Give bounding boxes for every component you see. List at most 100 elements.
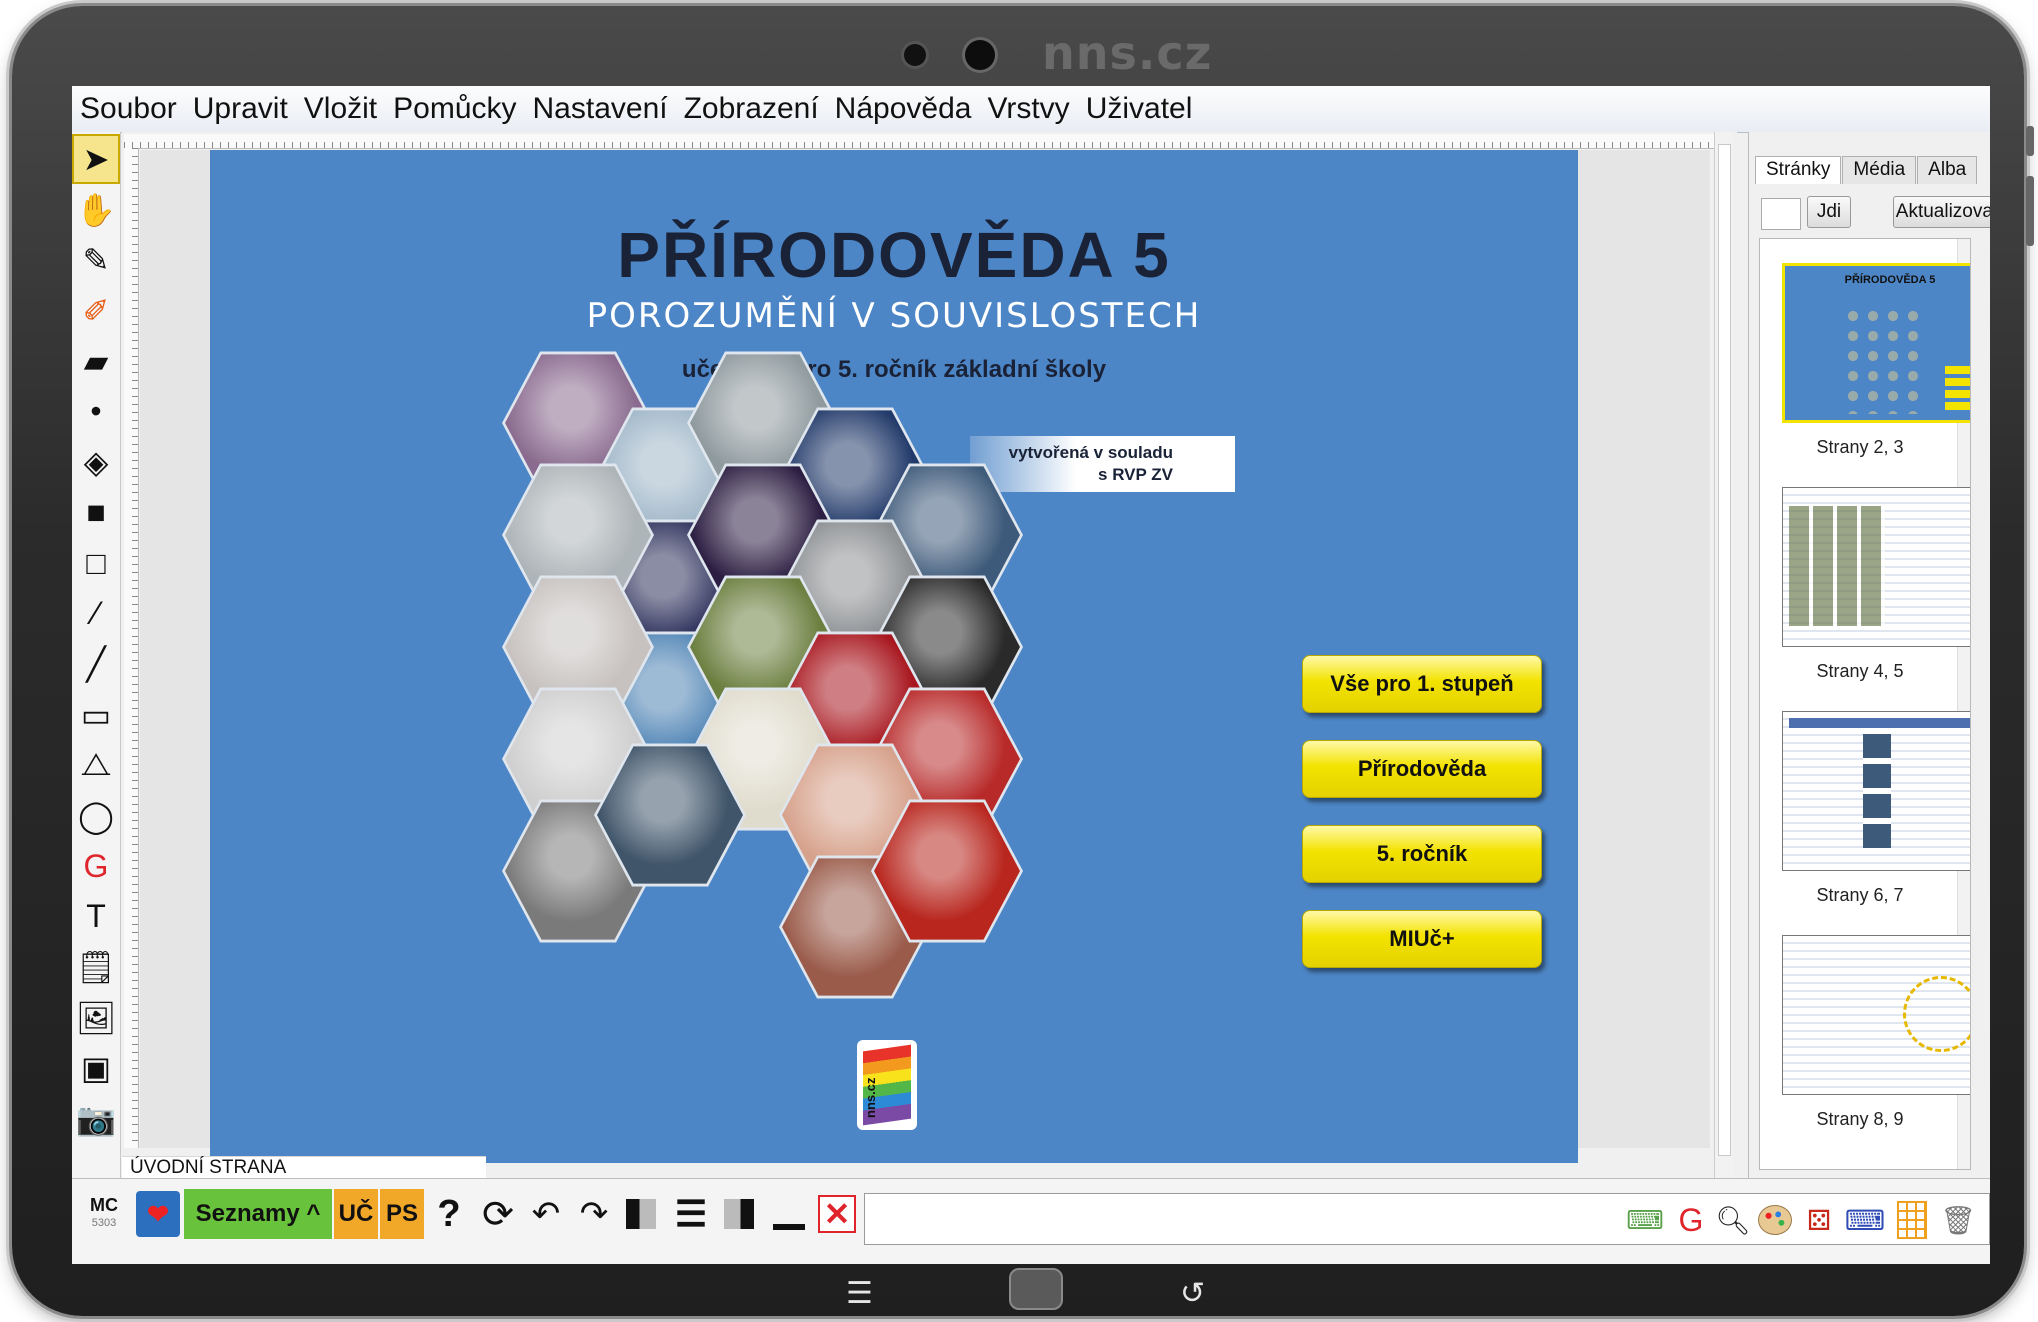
- magnifier-icon[interactable]: 🔍︎: [1715, 1200, 1751, 1240]
- layout-left-icon[interactable]: [624, 1189, 658, 1239]
- hollow-square-icon[interactable]: □: [74, 540, 118, 586]
- heart-app-icon[interactable]: ❤: [136, 1191, 180, 1237]
- menu-uzivatel[interactable]: Uživatel: [1078, 92, 1201, 126]
- add-image-icon[interactable]: 🖼: [74, 995, 118, 1041]
- add-media-icon[interactable]: ▣: [74, 1045, 118, 1091]
- lists-button[interactable]: Seznamy ^: [184, 1189, 332, 1239]
- bottom-toolbar: MC 5303 ❤ Seznamy ^ UČ PS ? ⟳ ↶ ↷ ☰ ✕ ⌨ …: [72, 1178, 1990, 1264]
- panel-tabs: Stránky Média Alba: [1755, 156, 1978, 184]
- menu-vrstvy[interactable]: Vrstvy: [979, 92, 1077, 126]
- close-icon[interactable]: ✕: [818, 1189, 856, 1239]
- button-vse-pro-1-stupen[interactable]: Vše pro 1. stupeň: [1302, 655, 1542, 713]
- menu-soubor[interactable]: Soubor: [72, 92, 185, 126]
- mc-badge: MC 5303: [84, 1189, 124, 1239]
- select-arrow-icon[interactable]: ➤: [72, 134, 120, 184]
- handwriting-g-icon[interactable]: G: [74, 843, 118, 889]
- thumbnail-pages-8-9[interactable]: [1782, 935, 1970, 1095]
- scrollbar-thumb[interactable]: [1718, 144, 1731, 1156]
- home-button[interactable]: [1009, 1268, 1063, 1310]
- text-icon[interactable]: T: [74, 894, 118, 940]
- tab-alba[interactable]: Alba: [1917, 156, 1978, 184]
- palette-icon[interactable]: [1757, 1200, 1793, 1240]
- redo-icon[interactable]: ↷: [572, 1189, 616, 1239]
- mc-label: MC: [90, 1195, 118, 1215]
- page-number-input[interactable]: [1761, 198, 1801, 230]
- camera-icon[interactable]: 📷: [74, 1096, 118, 1142]
- thumbnail-header: [1789, 718, 1970, 728]
- add-note-icon[interactable]: 🗒: [74, 944, 118, 990]
- screen: Soubor Upravit Vložit Pomůcky Nastavení …: [72, 86, 1990, 1264]
- undo-icon[interactable]: ↶: [524, 1189, 568, 1239]
- dice-icon[interactable]: ⚄: [1801, 1200, 1837, 1240]
- camera-sensor-icon: [904, 44, 926, 66]
- slide-subtitle: POROZUMĚNÍ V SOUVISLOSTECH: [586, 296, 1202, 336]
- rvp-line-1: vytvořená v souladu: [1008, 443, 1173, 462]
- menu-upravit[interactable]: Upravit: [185, 92, 296, 126]
- rvp-label: vytvořená v souladu s RVP ZV: [970, 436, 1235, 492]
- slide-title: PŘÍRODOVĚDA 5: [617, 219, 1171, 291]
- mc-number: 5303: [91, 1217, 117, 1229]
- rvp-line-2: s RVP ZV: [1098, 465, 1173, 484]
- page-label: ÚVODNÍ STRANA: [122, 1156, 486, 1178]
- menu-vlozit[interactable]: Vložit: [296, 92, 385, 126]
- go-button[interactable]: Jdi: [1807, 196, 1851, 228]
- page-thumbnails: PŘÍRODOVĚDA 5 Strany 2, 3 Strany 4, 5 St…: [1759, 238, 1971, 1170]
- highlighter-icon[interactable]: ✐: [74, 288, 118, 334]
- polygon-icon[interactable]: ⧍: [74, 742, 118, 788]
- line-icon[interactable]: ╱: [74, 641, 118, 687]
- menu-nastaveni[interactable]: Nastavení: [525, 92, 676, 126]
- thumbnail-pages-6-7[interactable]: [1782, 711, 1970, 871]
- fill-bucket-icon[interactable]: ◈: [74, 439, 118, 485]
- thumbnail-content: [1863, 734, 1891, 854]
- thumbnail-label: Strany 6, 7: [1816, 885, 1904, 905]
- menu-bar: Soubor Upravit Vložit Pomůcky Nastavení …: [72, 86, 1990, 133]
- menu-pomucky[interactable]: Pomůcky: [385, 92, 524, 126]
- layout-right-icon[interactable]: [722, 1189, 756, 1239]
- button-5-rocnik[interactable]: 5. ročník: [1302, 825, 1542, 883]
- menu-napoveda[interactable]: Nápověda: [827, 92, 980, 126]
- uc-button[interactable]: UČ: [334, 1189, 378, 1239]
- trash-icon[interactable]: 🗑︎: [1940, 1200, 1976, 1240]
- minimize-icon[interactable]: [770, 1189, 808, 1239]
- button-miuc-plus[interactable]: MIUč+: [1302, 910, 1542, 968]
- ruler-vertical: [124, 148, 139, 1148]
- calculator-icon[interactable]: [1895, 1200, 1929, 1240]
- thumbnail-pages-4-5[interactable]: [1782, 487, 1970, 647]
- handwriting-icon[interactable]: G: [1673, 1200, 1709, 1240]
- refresh-icon[interactable]: ⟳: [476, 1189, 520, 1239]
- button-prirodoveda[interactable]: Přírodověda: [1302, 740, 1542, 798]
- ps-button[interactable]: PS: [380, 1189, 424, 1239]
- filled-square-icon[interactable]: ■: [74, 490, 118, 536]
- tab-stranky[interactable]: Stránky: [1755, 156, 1842, 184]
- recent-apps-icon[interactable]: ☰: [846, 1276, 873, 1311]
- tab-media[interactable]: Média: [1842, 156, 1917, 184]
- ellipse-icon[interactable]: ◯: [74, 793, 118, 839]
- pen-icon[interactable]: ✎: [74, 237, 118, 283]
- rectangle-icon[interactable]: ▭: [74, 692, 118, 738]
- canvas-scrollbar[interactable]: [1714, 132, 1733, 1178]
- ruler-horizontal: [124, 134, 1714, 149]
- command-input[interactable]: ⌨ G 🔍︎ ⚄ ⌨ 🗑︎: [864, 1193, 1990, 1245]
- refresh-button[interactable]: Aktualizovat: [1893, 196, 1990, 228]
- help-icon[interactable]: ?: [432, 1189, 466, 1239]
- keyboard-tool-icon[interactable]: ⌨: [1626, 1200, 1664, 1240]
- eraser-icon[interactable]: ▰: [74, 338, 118, 384]
- menu-zobrazeni[interactable]: Zobrazení: [676, 92, 827, 126]
- thumbnail-label: Strany 8, 9: [1816, 1109, 1904, 1129]
- thumbnail-pages-2-3[interactable]: PŘÍRODOVĚDA 5: [1782, 263, 1970, 423]
- logo-text: nns.cz: [863, 1077, 878, 1118]
- hand-icon[interactable]: ✋: [74, 187, 118, 233]
- side-button: [2026, 126, 2034, 156]
- slide[interactable]: PŘÍRODOVĚDA 5 POROZUMĚNÍ V SOUVISLOSTECH…: [210, 150, 1578, 1163]
- volume-button: [2026, 176, 2034, 246]
- camera-lens-icon: [965, 40, 995, 70]
- left-toolbar: ➤ ✋ ✎ ✐ ▰ • ◈ ■ □ ⁄ ╱ ▭ ⧍ ◯ G T 🗒 🖼 ▣ 📷: [72, 132, 121, 1178]
- thumbnail-label: Strany 4, 5: [1816, 661, 1904, 681]
- menu-lines-icon[interactable]: ☰: [672, 1189, 710, 1239]
- thumbnail-title: PŘÍRODOVĚDA 5: [1844, 274, 1936, 286]
- dot-icon[interactable]: •: [74, 389, 118, 435]
- keyboard-icon[interactable]: ⌨: [1845, 1200, 1885, 1240]
- back-icon[interactable]: ↺: [1180, 1276, 1205, 1311]
- eyedropper-icon[interactable]: ⁄: [74, 591, 118, 637]
- thumbnail-collage: [1843, 306, 1925, 414]
